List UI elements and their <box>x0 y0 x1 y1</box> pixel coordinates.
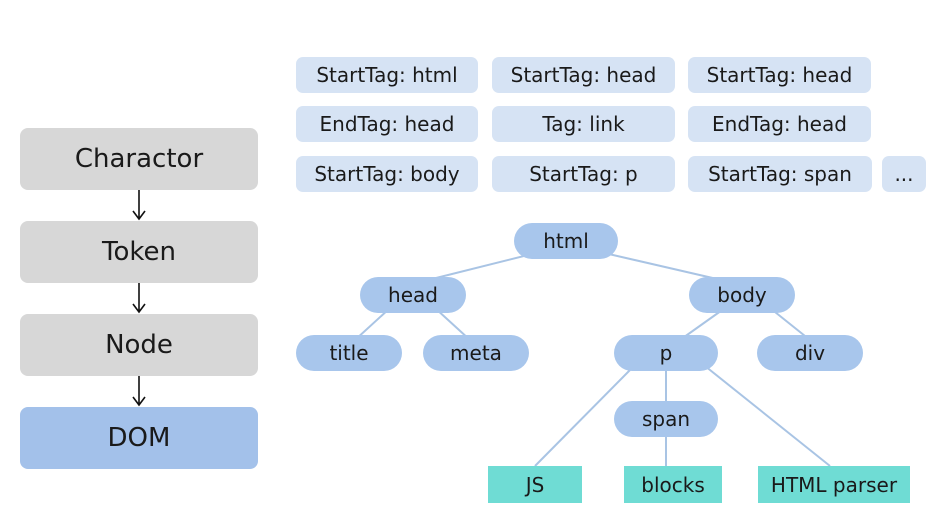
node-html: html <box>514 223 618 259</box>
stage-node: Node <box>20 314 258 376</box>
arrow-down-icon <box>132 376 146 407</box>
token: StartTag: span <box>688 156 872 192</box>
token: EndTag: head <box>688 106 871 142</box>
token: StartTag: head <box>492 57 675 93</box>
token: StartTag: body <box>296 156 478 192</box>
stage-dom: DOM <box>20 407 258 469</box>
token: EndTag: head <box>296 106 478 142</box>
node-p: p <box>614 335 718 371</box>
node-meta: meta <box>423 335 529 371</box>
arrow-down-icon <box>132 283 146 314</box>
stage-charactor: Charactor <box>20 128 258 190</box>
token: StartTag: head <box>688 57 871 93</box>
leaf-blocks: blocks <box>624 466 722 503</box>
node-head: head <box>360 277 466 313</box>
token: StartTag: html <box>296 57 478 93</box>
token: Tag: link <box>492 106 675 142</box>
node-span: span <box>614 401 718 437</box>
token: StartTag: p <box>492 156 675 192</box>
stage-token: Token <box>20 221 258 283</box>
node-title: title <box>296 335 402 371</box>
node-body: body <box>689 277 795 313</box>
leaf-js: JS <box>488 466 582 503</box>
arrow-down-icon <box>132 190 146 221</box>
token-ellipsis: ... <box>882 156 926 192</box>
leaf-html-parser: HTML parser <box>758 466 910 503</box>
node-div: div <box>757 335 863 371</box>
